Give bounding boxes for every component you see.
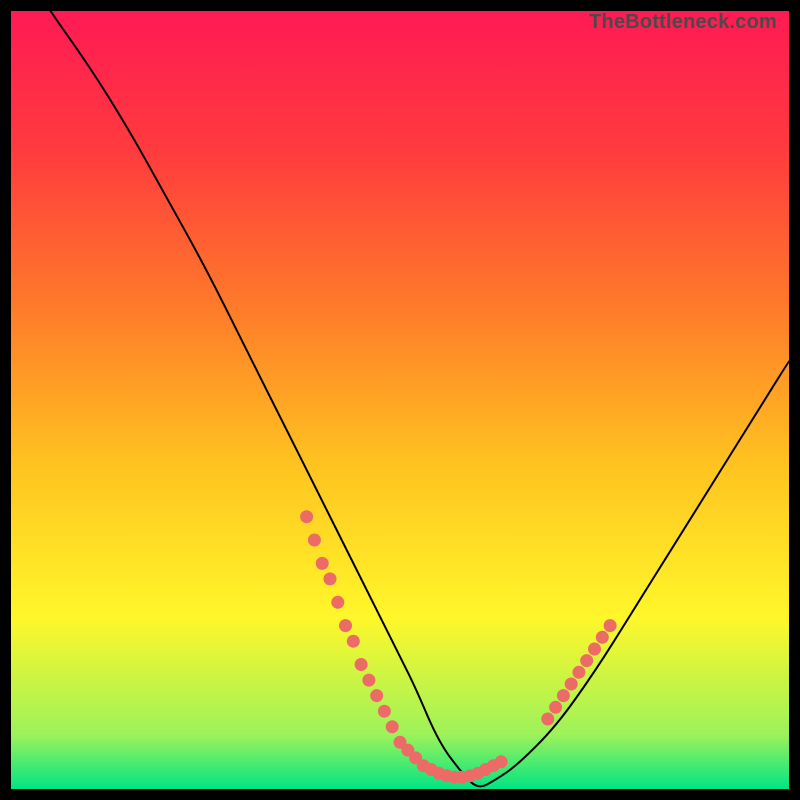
gradient-background (11, 11, 789, 789)
chart-canvas: TheBottleneck.com (0, 0, 800, 800)
plot-area: TheBottleneck.com (11, 11, 789, 789)
watermark-text: TheBottleneck.com (589, 11, 777, 34)
